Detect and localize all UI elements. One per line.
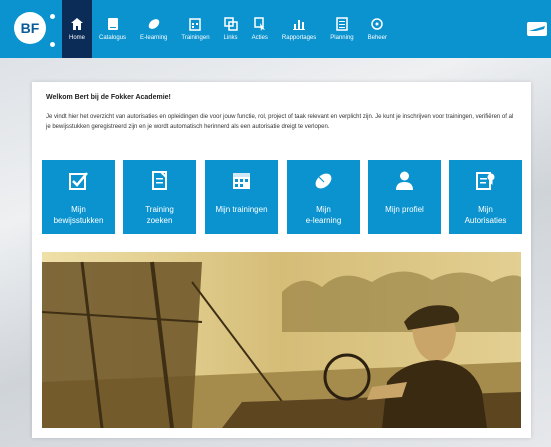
- user-icon: [396, 171, 413, 190]
- nav-trainingen[interactable]: Trainingen: [174, 0, 216, 58]
- mouse-icon: [315, 173, 332, 189]
- nav-home[interactable]: Home: [62, 0, 93, 58]
- tile-mijn-profiel[interactable]: Mijn profiel: [368, 160, 441, 234]
- nav-catalogus[interactable]: Catalogus: [92, 0, 133, 58]
- intro-paragraph: Je vindt hier het overzicht van autorisa…: [46, 114, 514, 130]
- nav-label: Trainingen: [181, 35, 210, 41]
- certificate-icon: [476, 172, 495, 190]
- tile-label: Mijn Autorisaties: [464, 205, 507, 225]
- calendar-icon: [233, 173, 250, 189]
- user-avatar-logo[interactable]: BF: [14, 12, 46, 44]
- tile-label: Mijn trainingen: [215, 205, 268, 214]
- nav-planning[interactable]: Planning: [323, 0, 360, 58]
- document-icon: [152, 171, 167, 190]
- bar-chart-icon: [293, 20, 306, 30]
- nav-acties[interactable]: Acties: [245, 0, 275, 58]
- links-icon: [223, 17, 238, 31]
- tile-label: Mijn bewijsstukken: [53, 205, 104, 225]
- nav-links[interactable]: Links: [217, 0, 245, 58]
- planning-icon: [336, 17, 348, 31]
- nav-label: Acties: [251, 35, 268, 41]
- hero-photo-aviator: [42, 252, 521, 428]
- home-icon: [71, 18, 83, 30]
- nav-label: Planning: [330, 35, 354, 41]
- cursor-icon: [253, 17, 265, 31]
- brand-logo-corner: [527, 22, 547, 36]
- tile-label: Mijn e-learning: [305, 205, 342, 225]
- nav-label: Links: [223, 35, 238, 41]
- settings-icon: [371, 18, 384, 30]
- nav-beheer[interactable]: Beheer: [361, 0, 394, 58]
- avatar-dot: [50, 14, 55, 19]
- nav-label: Home: [69, 35, 86, 41]
- tile-label: Training zoeken: [145, 205, 174, 225]
- tile-mijn-bewijsstukken[interactable]: Mijn bewijsstukken: [42, 160, 115, 234]
- avatar-dot: [50, 42, 55, 47]
- welcome-heading: Welkom Bert bij de Fokker Academie!: [46, 94, 171, 101]
- nav-label: Catalogus: [99, 35, 127, 41]
- tile-mijn-trainingen[interactable]: Mijn trainingen: [205, 160, 278, 234]
- nav-label: Rapportages: [281, 35, 317, 41]
- main-nav: Home Catalogus E-learning Trainingen Lin…: [62, 0, 394, 58]
- nav-e-learning[interactable]: E-learning: [133, 0, 174, 58]
- tile-mijn-e-learning[interactable]: Mijn e-learning: [287, 160, 360, 234]
- tile-mijn-autorisaties[interactable]: Mijn Autorisaties: [449, 160, 522, 234]
- tile-label: Mijn profiel: [385, 205, 424, 214]
- top-navigation-bar: BF Home Catalogus E-learning Trainingen …: [0, 0, 551, 58]
- plane-logo-icon: [529, 26, 545, 31]
- nav-label: E-learning: [140, 35, 168, 41]
- nav-label: Beheer: [367, 35, 387, 41]
- sepia-aviator-image: [42, 252, 521, 428]
- nav-rapportages[interactable]: Rapportages: [275, 0, 323, 58]
- book-icon: [107, 18, 118, 30]
- mouse-icon: [148, 19, 159, 29]
- calendar-icon: [189, 18, 202, 31]
- tile-training-zoeken[interactable]: Training zoeken: [123, 160, 196, 234]
- main-content-panel: Welkom Bert bij de Fokker Academie! Je v…: [32, 82, 531, 438]
- checkbox-icon: [69, 172, 88, 190]
- quick-link-tiles: Mijn bewijsstukken Training zoeken Mijn …: [42, 160, 522, 234]
